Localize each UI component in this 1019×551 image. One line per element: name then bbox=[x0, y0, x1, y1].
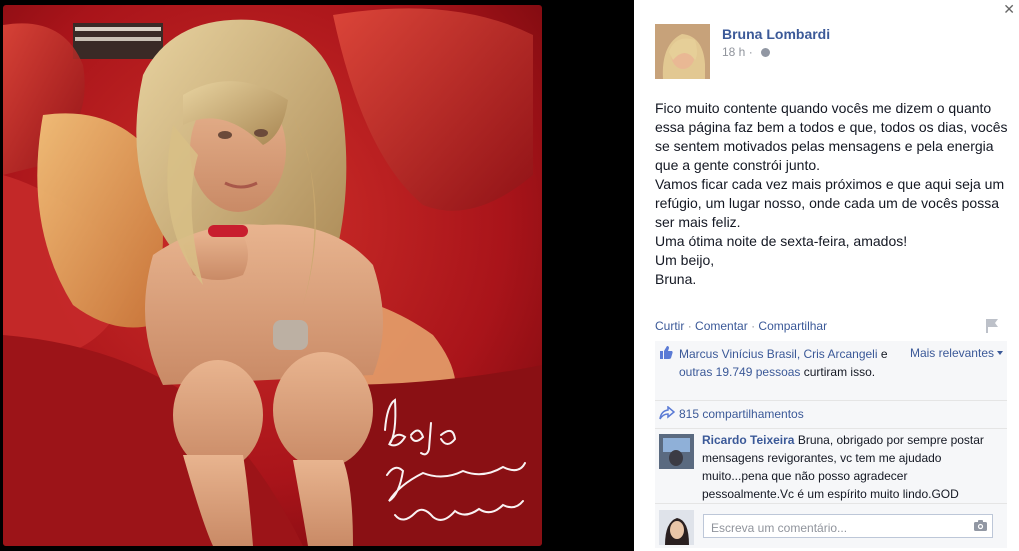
photo-viewer bbox=[0, 0, 634, 551]
author-avatar[interactable] bbox=[655, 24, 710, 79]
post-text: Fico muito contente quando vocês me dize… bbox=[655, 99, 1010, 289]
share-link[interactable]: Compartilhar bbox=[758, 319, 827, 333]
sort-dropdown[interactable]: Mais relevantes bbox=[910, 346, 1003, 360]
post-actions: Curtir · Comentar · Compartilhar bbox=[655, 319, 827, 333]
globe-icon[interactable] bbox=[761, 48, 771, 57]
post-photo[interactable] bbox=[3, 5, 542, 546]
close-icon[interactable]: ✕ bbox=[1003, 2, 1015, 16]
photo-illustration bbox=[3, 5, 542, 546]
action-separator: · bbox=[751, 319, 756, 333]
shares-summary: 815 compartilhamentos bbox=[655, 401, 1007, 429]
chevron-down-icon bbox=[997, 351, 1003, 355]
shares-link[interactable]: 815 compartilhamentos bbox=[679, 407, 804, 421]
commenter-avatar-image bbox=[659, 434, 694, 469]
author-avatar-image bbox=[655, 24, 710, 79]
comment-item: Ricardo Teixeira Bruna, obrigado por sem… bbox=[655, 429, 1007, 504]
comment-composer bbox=[655, 504, 1007, 548]
my-avatar-image bbox=[659, 510, 694, 545]
likes-text: Marcus Vinícius Brasil, Cris Arcangeli e… bbox=[679, 345, 894, 381]
post-paragraph: Bruna. bbox=[655, 271, 697, 287]
post-paragraph: Um beijo, bbox=[655, 252, 715, 268]
post-paragraph: Uma ótima noite de sexta-feira, amados! bbox=[655, 233, 908, 249]
likes-others[interactable]: outras 19.749 pessoas bbox=[679, 365, 800, 379]
comment-input[interactable] bbox=[703, 514, 993, 538]
comment-link[interactable]: Comentar bbox=[695, 319, 748, 333]
author-name[interactable]: Bruna Lombardi bbox=[722, 26, 830, 42]
likes-suffix: curtiram isso. bbox=[800, 365, 876, 379]
likers-names[interactable]: Marcus Vinícius Brasil, Cris Arcangeli bbox=[679, 347, 878, 361]
comment-body: Ricardo Teixeira Bruna, obrigado por sem… bbox=[702, 431, 1000, 503]
post-meta: 18 h · bbox=[722, 45, 771, 59]
likes-summary: Marcus Vinícius Brasil, Cris Arcangeli e… bbox=[655, 341, 1007, 401]
like-link[interactable]: Curtir bbox=[655, 319, 684, 333]
thumbs-up-icon bbox=[660, 346, 673, 359]
camera-icon[interactable] bbox=[973, 519, 988, 532]
flag-icon[interactable] bbox=[985, 318, 999, 333]
action-separator: · bbox=[687, 319, 692, 333]
post-paragraph: Vamos ficar cada vez mais próximos e que… bbox=[655, 176, 1005, 230]
post-paragraph: Fico muito contente quando vocês me dize… bbox=[655, 100, 1008, 173]
commenter-avatar[interactable] bbox=[659, 434, 694, 469]
share-icon bbox=[659, 406, 675, 420]
post-sidebar: ✕ Bruna Lombardi 18 h · Fico muito conte… bbox=[634, 0, 1019, 551]
likes-conjunction: e bbox=[877, 347, 888, 361]
my-avatar bbox=[659, 510, 694, 545]
post-timestamp[interactable]: 18 h bbox=[722, 45, 745, 59]
feedback-panel: Marcus Vinícius Brasil, Cris Arcangeli e… bbox=[655, 341, 1007, 548]
comment-author[interactable]: Ricardo Teixeira bbox=[702, 433, 794, 447]
sort-label: Mais relevantes bbox=[909, 346, 994, 360]
